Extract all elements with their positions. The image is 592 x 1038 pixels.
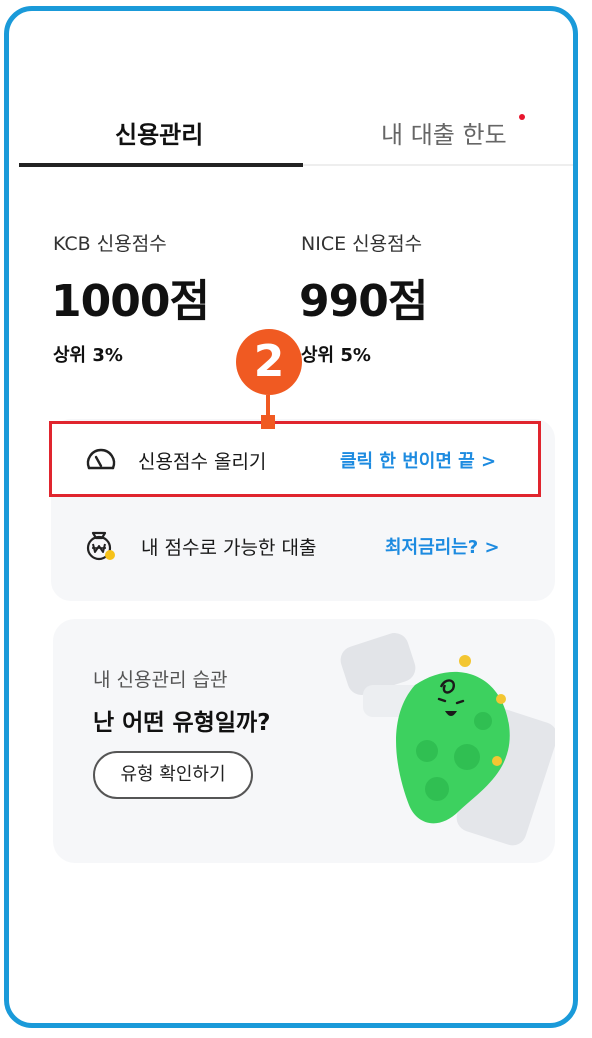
promo-subtitle: 내 신용관리 습관	[93, 669, 228, 691]
cactus-character-illustration	[340, 633, 555, 846]
tab-my-loan-limit[interactable]: 내 대출 한도	[381, 115, 507, 150]
menu-item-loan[interactable]: 내 점수로 가능한 대출 최저금리는? >	[51, 509, 555, 581]
raise-score-title: 신용점수 올리기	[138, 451, 267, 473]
annotation-step-badge: 2	[236, 329, 302, 395]
tab-credit-management[interactable]: 신용관리	[115, 115, 203, 150]
loan-menu-title: 내 점수로 가능한 대출	[141, 537, 317, 559]
loan-menu-action[interactable]: 최저금리는? >	[385, 533, 500, 559]
check-type-button[interactable]: 유형 확인하기	[93, 751, 253, 799]
kcb-score-value[interactable]: 1000점	[51, 265, 210, 329]
active-tab-indicator	[19, 163, 303, 167]
nice-score-rank: 상위 5%	[301, 345, 371, 366]
nice-score-value[interactable]: 990점	[299, 265, 428, 329]
promo-title: 난 어떤 유형일까?	[93, 710, 271, 736]
annotation-anchor	[261, 415, 275, 429]
notification-dot	[519, 114, 525, 120]
kcb-score-label: KCB 신용점수	[53, 233, 167, 255]
nice-score-label: NICE 신용점수	[301, 233, 423, 255]
raise-score-action[interactable]: 클릭 한 번이면 끝 >	[340, 447, 496, 473]
kcb-score-rank: 상위 3%	[53, 345, 123, 366]
highlighted-menu-item-raise-score[interactable]: 신용점수 올리기 클릭 한 번이면 끝 >	[49, 421, 541, 497]
money-bag-icon	[81, 527, 117, 567]
habit-type-promo-card: 내 신용관리 습관 난 어떤 유형일까? 유형 확인하기	[53, 619, 555, 863]
speedometer-icon	[84, 442, 118, 480]
device-frame: 신용관리 내 대출 한도 KCB 신용점수 1000점 상위 3% NICE 신…	[4, 6, 578, 1028]
